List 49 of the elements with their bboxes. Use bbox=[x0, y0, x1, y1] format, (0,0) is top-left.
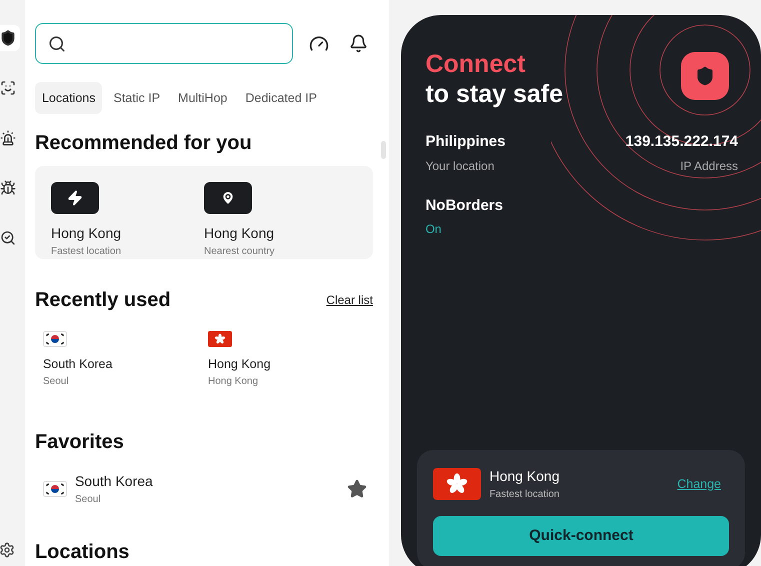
shield-logo-icon bbox=[681, 52, 730, 100]
tab[interactable]: MultiHop bbox=[171, 82, 234, 114]
location-pin-icon bbox=[204, 182, 252, 214]
subtitle: to stay safe bbox=[425, 79, 564, 109]
tab[interactable]: Locations bbox=[34, 82, 102, 114]
flag-icon bbox=[433, 468, 482, 500]
location-name[interactable]: Hong Kong bbox=[204, 223, 357, 244]
feature-name: NoBorders bbox=[425, 196, 503, 216]
lightning-icon bbox=[50, 182, 99, 214]
feature-state: On bbox=[425, 221, 442, 238]
section-heading: Favorites bbox=[34, 430, 125, 455]
location-city: Seoul bbox=[42, 374, 69, 389]
quick-connect-button[interactable]: Quick-connect bbox=[433, 516, 730, 556]
clear-list-link[interactable]: Clear list bbox=[326, 291, 373, 309]
bug-icon bbox=[0, 180, 16, 196]
location-name[interactable]: South Korea bbox=[42, 355, 112, 374]
section-heading: Recommended for you bbox=[34, 131, 253, 156]
tab[interactable]: Dedicated IP bbox=[238, 82, 324, 114]
change-link[interactable]: Change bbox=[677, 474, 722, 494]
location-detail: Fastest location bbox=[489, 488, 560, 502]
location-value: Philippines bbox=[425, 132, 506, 152]
scrollbar[interactable] bbox=[380, 141, 386, 159]
search-field[interactable] bbox=[34, 23, 293, 64]
location-name: Hong Kong bbox=[489, 467, 560, 486]
flag-icon bbox=[208, 331, 232, 347]
section-heading: Locations bbox=[34, 540, 130, 565]
location-name[interactable]: South Korea bbox=[74, 470, 153, 492]
speed-gauge-icon[interactable] bbox=[308, 34, 329, 54]
connect-title: Connect bbox=[425, 49, 526, 79]
location-city: Seoul bbox=[74, 492, 102, 507]
tab[interactable]: Static IP bbox=[106, 82, 168, 114]
notification-icon[interactable] bbox=[348, 34, 368, 53]
flag-icon bbox=[42, 480, 67, 497]
settings-icon[interactable] bbox=[0, 542, 16, 558]
location-name[interactable]: Hong Kong bbox=[50, 223, 204, 244]
ip-label: IP Address bbox=[680, 158, 738, 174]
shield-icon bbox=[0, 30, 16, 46]
flag-icon bbox=[42, 331, 67, 347]
section-heading: Recently used bbox=[34, 288, 171, 313]
location-label: Your location bbox=[425, 158, 496, 174]
sidebar-item[interactable] bbox=[0, 25, 20, 51]
location-name[interactable]: Hong Kong bbox=[208, 355, 271, 374]
person-scan-icon bbox=[0, 80, 16, 96]
alarm-icon bbox=[0, 130, 16, 146]
favorite-star-icon[interactable] bbox=[346, 478, 367, 499]
location-city: Hong Kong bbox=[208, 374, 258, 389]
search-icon bbox=[48, 34, 66, 52]
location-detail: Nearest country bbox=[204, 245, 276, 259]
location-detail: Fastest location bbox=[50, 245, 122, 259]
